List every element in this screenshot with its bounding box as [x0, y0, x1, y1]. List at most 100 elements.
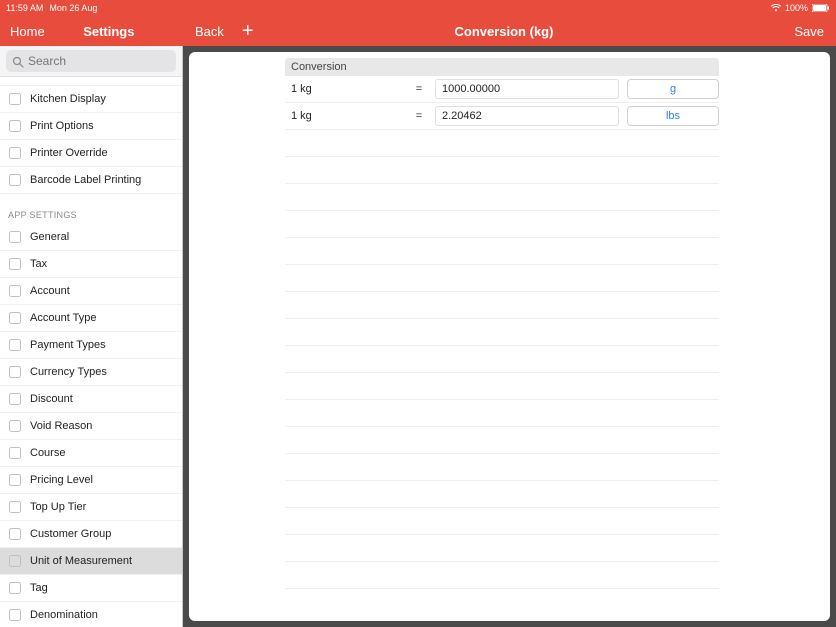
sidebar-item-icon	[8, 311, 22, 325]
sidebar-item-label: Barcode Label Printing	[30, 174, 141, 186]
sidebar-item-partial[interactable]	[0, 77, 182, 86]
equals-cell: =	[411, 110, 427, 122]
sidebar-item-icon	[8, 284, 22, 298]
status-battery-pct: 100%	[785, 3, 808, 13]
sidebar-item-label: Top Up Tier	[30, 501, 86, 513]
back-button[interactable]: Back	[195, 24, 224, 39]
sidebar-section-header: APP SETTINGS	[0, 194, 182, 224]
sidebar-item-label: Account	[30, 285, 70, 297]
table-row-empty	[285, 130, 719, 157]
status-bar: 11:59 AM Mon 26 Aug 100%	[0, 0, 836, 16]
table-row-empty	[285, 373, 719, 400]
sidebar-item-icon	[8, 230, 22, 244]
sidebar-item-icon	[8, 173, 22, 187]
sidebar-item-label: Unit of Measurement	[30, 555, 132, 567]
sidebar-item-print-options[interactable]: Print Options	[0, 113, 182, 140]
sidebar-item-icon	[8, 419, 22, 433]
from-unit-cell: 1 kg	[285, 83, 403, 95]
sidebar-item-label: Account Type	[30, 312, 96, 324]
page-title: Conversion (kg)	[234, 24, 775, 39]
sidebar-item-unit-of-measurement[interactable]: Unit of Measurement	[0, 548, 182, 575]
sidebar-item-barcode-label-printing[interactable]: Barcode Label Printing	[0, 167, 182, 194]
wifi-icon	[771, 4, 781, 12]
target-unit-button[interactable]: g	[627, 79, 719, 99]
sidebar-item-top-up-tier[interactable]: Top Up Tier	[0, 494, 182, 521]
content-panel: Conversion 1 kg = g 1 kg = lbs	[189, 52, 830, 621]
table-row-empty	[285, 481, 719, 508]
table-row-empty	[285, 562, 719, 589]
sidebar-item-pricing-level[interactable]: Pricing Level	[0, 467, 182, 494]
sidebar-item-label: Kitchen Display	[30, 93, 106, 105]
content-area: Conversion 1 kg = g 1 kg = lbs	[183, 46, 836, 627]
conversion-value-input[interactable]	[435, 106, 619, 126]
sidebar-item-icon	[8, 257, 22, 271]
target-unit-button[interactable]: lbs	[627, 106, 719, 126]
sidebar-item-icon	[8, 473, 22, 487]
sidebar-item-denomination[interactable]: Denomination	[0, 602, 182, 627]
sidebar-item-label: Customer Group	[30, 528, 111, 540]
table-row-empty	[285, 211, 719, 238]
sidebar-item-printer-override[interactable]: Printer Override	[0, 140, 182, 167]
sidebar-item-currency-types[interactable]: Currency Types	[0, 359, 182, 386]
sidebar-item-icon	[8, 554, 22, 568]
sidebar-item-icon	[8, 608, 22, 622]
sidebar-item-icon	[8, 446, 22, 460]
sidebar-item-tag[interactable]: Tag	[0, 575, 182, 602]
table-row-empty	[285, 319, 719, 346]
sidebar-item-general[interactable]: General	[0, 224, 182, 251]
save-button[interactable]: Save	[794, 24, 824, 39]
search-input[interactable]	[6, 50, 176, 72]
sidebar-item-label: Payment Types	[30, 339, 106, 351]
from-unit-cell: 1 kg	[285, 110, 403, 122]
sidebar-item-icon	[8, 500, 22, 514]
sidebar-item-icon	[8, 146, 22, 160]
sidebar-item-icon	[8, 392, 22, 406]
sidebar-item-icon	[8, 119, 22, 133]
sidebar-item-customer-group[interactable]: Customer Group	[0, 521, 182, 548]
sidebar-item-course[interactable]: Course	[0, 440, 182, 467]
sidebar-item-icon	[8, 581, 22, 595]
sidebar-item-label: General	[30, 231, 69, 243]
sidebar-item-payment-types[interactable]: Payment Types	[0, 332, 182, 359]
sidebar-item-icon	[8, 92, 22, 106]
table-row-empty	[285, 184, 719, 211]
sidebar-item-label: Print Options	[30, 120, 94, 132]
top-bar: Home Settings Back + Conversion (kg) Sav…	[0, 16, 836, 46]
sidebar-item-tax[interactable]: Tax	[0, 251, 182, 278]
status-date: Mon 26 Aug	[49, 3, 97, 13]
sidebar-item-label: Course	[30, 447, 65, 459]
table-row-empty	[285, 238, 719, 265]
table-row: 1 kg = lbs	[285, 103, 719, 130]
table-row-empty	[285, 508, 719, 535]
status-time: 11:59 AM	[6, 3, 43, 13]
sidebar-item-icon	[8, 527, 22, 541]
sidebar-item-account-type[interactable]: Account Type	[0, 305, 182, 332]
table-row-empty	[285, 454, 719, 481]
table-row-empty	[285, 157, 719, 184]
sidebar-item-label: Tag	[30, 582, 48, 594]
table-row-empty	[285, 400, 719, 427]
settings-title: Settings	[83, 24, 134, 39]
sidebar-item-void-reason[interactable]: Void Reason	[0, 413, 182, 440]
equals-cell: =	[411, 83, 427, 95]
table-header: Conversion	[285, 58, 719, 76]
sidebar-item-discount[interactable]: Discount	[0, 386, 182, 413]
sidebar: Kitchen Display Print Options Printer Over…	[0, 46, 183, 627]
sidebar-item-label: Currency Types	[30, 366, 107, 378]
table-row-empty	[285, 535, 719, 562]
home-button[interactable]: Home	[10, 24, 45, 39]
battery-icon	[812, 4, 830, 12]
sidebar-item-icon	[8, 338, 22, 352]
table-row-empty	[285, 427, 719, 454]
sidebar-item-kitchen-display[interactable]: Kitchen Display	[0, 86, 182, 113]
sidebar-item-label: Tax	[30, 258, 47, 270]
table-row-empty	[285, 346, 719, 373]
sidebar-item-account[interactable]: Account	[0, 278, 182, 305]
conversion-value-input[interactable]	[435, 79, 619, 99]
sidebar-item-label: Void Reason	[30, 420, 92, 432]
table-row-empty	[285, 265, 719, 292]
sidebar-item-label: Denomination	[30, 609, 98, 621]
table-row-empty	[285, 292, 719, 319]
sidebar-item-label: Pricing Level	[30, 474, 93, 486]
sidebar-item-label: Printer Override	[30, 147, 108, 159]
